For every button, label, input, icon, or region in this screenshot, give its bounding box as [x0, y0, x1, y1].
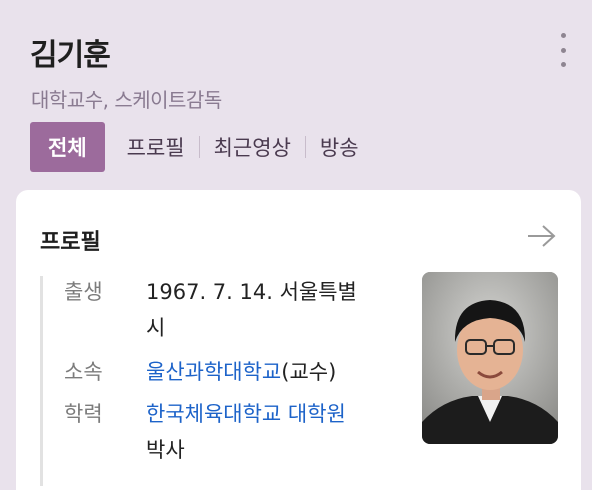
tab-bar: 전체 프로필 최근영상 방송 — [30, 122, 373, 172]
tab-recent-videos[interactable]: 최근영상 — [200, 122, 305, 172]
birth-label: 출생 — [64, 280, 103, 304]
affiliation-role: (교수) — [281, 360, 337, 384]
profile-photo[interactable] — [422, 272, 558, 444]
affiliation-link[interactable]: 울산과학대학교 — [146, 360, 281, 384]
birth-value-line2: 시 — [146, 316, 166, 340]
education-degree: 박사 — [146, 438, 185, 462]
person-occupation: 대학교수, 스케이트감독 — [31, 88, 222, 112]
profile-card: 프로필 출생 1967. 7. 14. 서울특별 시 소속 울산과학대학교(교수… — [16, 190, 581, 490]
birth-value: 1967. 7. 14. 서울특별 시 — [146, 274, 386, 346]
profile-section-title: 프로필 — [40, 230, 101, 255]
education-link[interactable]: 한국체육대학교 대학원 — [146, 396, 386, 432]
person-name: 김기훈 — [30, 38, 111, 73]
profile-row-birth: 출생 1967. 7. 14. 서울특별 시 — [64, 274, 386, 346]
right-arrow-icon[interactable] — [526, 223, 558, 249]
tab-all[interactable]: 전체 — [30, 122, 105, 172]
education-label: 학력 — [64, 402, 103, 426]
tab-profile[interactable]: 프로필 — [105, 122, 199, 172]
profile-row-education: 학력 한국체육대학교 대학원 박사 — [64, 396, 386, 468]
affiliation-value: 울산과학대학교(교수) — [146, 354, 386, 390]
affiliation-label: 소속 — [64, 360, 103, 384]
tab-broadcast[interactable]: 방송 — [306, 122, 373, 172]
birth-value-line1: 1967. 7. 14. 서울특별 — [146, 280, 357, 304]
profile-row-affiliation: 소속 울산과학대학교(교수) — [64, 354, 386, 390]
profile-header: 김기훈 대학교수, 스케이트감독 전체 프로필 최근영상 방송 — [0, 0, 592, 190]
person-portrait-image — [422, 272, 558, 444]
profile-rail — [40, 276, 43, 486]
education-value: 한국체육대학교 대학원 박사 — [146, 396, 386, 468]
more-options-icon[interactable] — [556, 33, 570, 67]
